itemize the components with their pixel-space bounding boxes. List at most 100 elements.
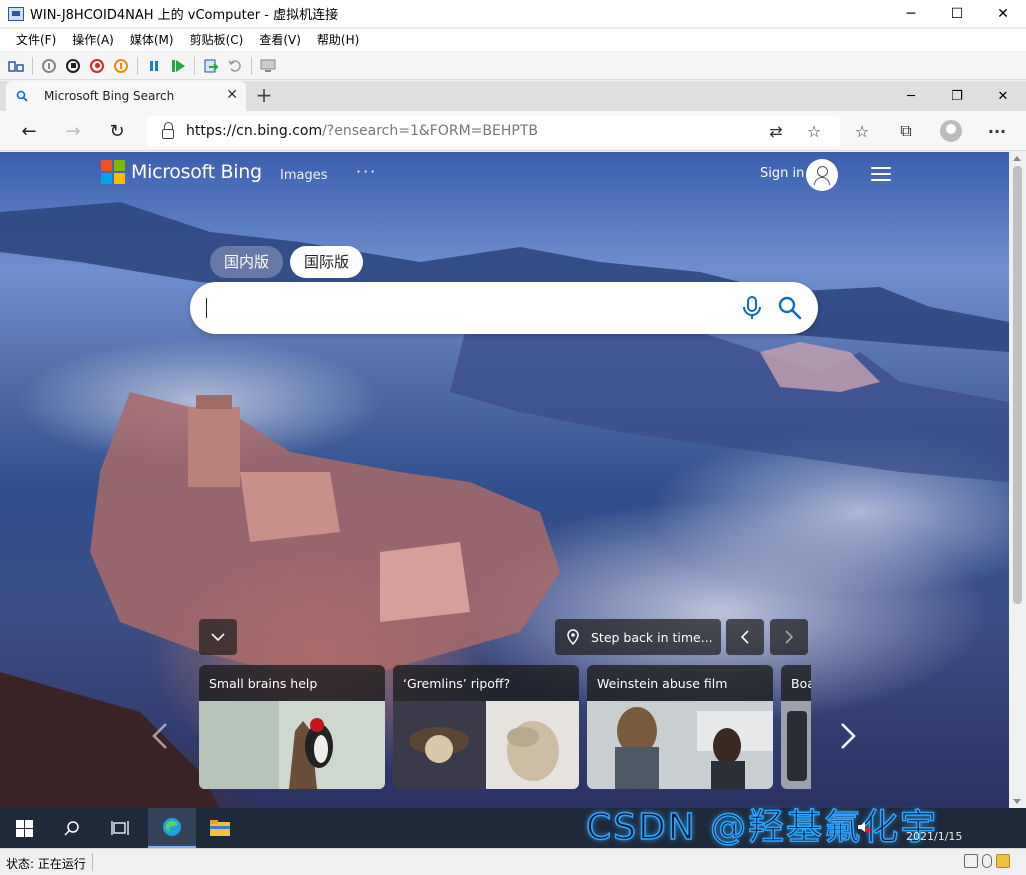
- microsoft-logo-icon: [101, 160, 125, 184]
- search-icon[interactable]: [778, 296, 802, 320]
- menu-view[interactable]: 查看(V): [251, 29, 309, 51]
- news-card-title: ‘Gremlins’ ripoff?: [403, 676, 511, 691]
- logo-square-green: [114, 160, 125, 171]
- vm-maximize-button[interactable]: ☐: [934, 0, 980, 28]
- turn-off-icon[interactable]: [62, 55, 84, 77]
- toolbar-separator: [251, 56, 252, 75]
- region-tab-domestic[interactable]: 国内版: [210, 246, 284, 278]
- address-bar[interactable]: https://cn.bing.com/?ensearch=1&FORM=BEH…: [146, 116, 840, 146]
- resume-icon[interactable]: [167, 55, 189, 77]
- search-input[interactable]: [208, 292, 708, 324]
- save-icon[interactable]: [110, 55, 132, 77]
- news-card-title: Boa: [791, 676, 811, 691]
- file-explorer-icon[interactable]: [196, 808, 244, 848]
- logo-square-blue: [101, 173, 112, 184]
- menu-action[interactable]: 操作(A): [64, 29, 122, 51]
- task-view-icon[interactable]: [96, 808, 144, 848]
- more-nav-icon[interactable]: ···: [356, 162, 377, 181]
- vm-status-text: 状态: 正在运行: [6, 857, 86, 871]
- vm-minimize-button[interactable]: ─: [888, 0, 934, 28]
- tray-date[interactable]: 2021/1/15: [906, 830, 962, 843]
- vm-window-title: WIN-J8HCOID4NAH 上的 vComputer - 虚拟机连接: [30, 8, 339, 23]
- image-location-button[interactable]: Step back in time...: [555, 619, 721, 655]
- settings-more-icon[interactable]: ···: [985, 119, 1009, 143]
- carousel-right-arrow-icon[interactable]: [838, 722, 858, 750]
- carousel-left-arrow-icon[interactable]: [150, 722, 170, 750]
- new-tab-button[interactable]: +: [252, 81, 276, 111]
- collections-icon[interactable]: ⧉: [894, 119, 918, 143]
- menu-clipboard[interactable]: 剪贴板(C): [182, 29, 252, 51]
- text-cursor: [206, 298, 207, 318]
- toolbar-separator: [137, 56, 138, 75]
- guest-taskbar: CSDN @羟基氟化宇 2021/1/15: [0, 807, 1026, 848]
- vm-toolbar: [0, 52, 1026, 80]
- edge-taskbar-icon[interactable]: [148, 808, 196, 848]
- profile-avatar[interactable]: [939, 119, 963, 143]
- tab-close-icon[interactable]: ✕: [226, 87, 238, 103]
- page-scrollbar[interactable]: [1009, 152, 1026, 808]
- browser-close-button[interactable]: ✕: [980, 81, 1026, 111]
- add-favorite-star-icon[interactable]: ☆: [802, 119, 826, 143]
- images-link[interactable]: Images: [280, 168, 328, 183]
- bing-favicon-icon: [16, 90, 28, 102]
- bing-logo-text: Microsoft Bing: [131, 161, 262, 183]
- revert-icon[interactable]: [224, 55, 246, 77]
- region-tab-international[interactable]: 国际版: [290, 246, 364, 278]
- menu-media[interactable]: 媒体(M): [122, 29, 182, 51]
- taskbar-search-icon[interactable]: [48, 808, 96, 848]
- browser-restore-button[interactable]: ❐: [934, 81, 980, 111]
- previous-image-button[interactable]: [726, 619, 764, 655]
- menu-help[interactable]: 帮助(H): [309, 29, 367, 51]
- news-card-image: [393, 701, 579, 789]
- checkpoint-icon[interactable]: [200, 55, 222, 77]
- chevron-left-icon: [741, 630, 749, 644]
- tab-label: Microsoft Bing Search: [44, 89, 175, 103]
- scroll-up-icon[interactable]: [1013, 156, 1021, 161]
- hamburger-menu-icon[interactable]: [871, 167, 891, 181]
- vm-close-button[interactable]: ✕: [980, 0, 1026, 28]
- scrollbar-thumb[interactable]: [1013, 166, 1022, 604]
- ctrl-alt-del-icon[interactable]: [5, 55, 27, 77]
- vm-title-bar: WIN-J8HCOID4NAH 上的 vComputer - 虚拟机连接 ─ ☐…: [0, 0, 1026, 28]
- pause-icon[interactable]: [143, 55, 165, 77]
- news-carousel: Small brains help ‘Gremlins’ ripoff? Wei…: [199, 665, 811, 789]
- microphone-icon[interactable]: [742, 296, 762, 320]
- collapse-feed-button[interactable]: [199, 619, 237, 655]
- menu-file[interactable]: 文件(F): [8, 29, 64, 51]
- lock-status-icon: [996, 854, 1010, 868]
- browser-minimize-button[interactable]: ─: [888, 81, 934, 111]
- news-card[interactable]: Small brains help: [199, 665, 385, 789]
- chevron-down-icon: [211, 633, 225, 641]
- profile-icon: [940, 120, 962, 142]
- scroll-down-icon[interactable]: [1013, 799, 1021, 804]
- status-separator: [92, 853, 93, 871]
- news-card-title: Small brains help: [209, 676, 318, 691]
- logo-square-red: [101, 160, 112, 171]
- news-card[interactable]: Weinstein abuse film: [587, 665, 773, 789]
- bing-logo[interactable]: Microsoft Bing: [101, 160, 262, 184]
- windows-logo-icon: [15, 819, 33, 837]
- enhanced-session-icon[interactable]: [257, 55, 279, 77]
- translate-icon[interactable]: ⇄: [764, 119, 788, 143]
- lock-icon[interactable]: [162, 122, 174, 139]
- user-avatar-icon[interactable]: [806, 159, 838, 191]
- start-button[interactable]: [0, 808, 48, 848]
- news-card[interactable]: ‘Gremlins’ ripoff?: [393, 665, 579, 789]
- volume-muted-icon[interactable]: [857, 820, 871, 834]
- browser-window-controls: ─ ❐ ✕: [888, 81, 1026, 111]
- next-image-button[interactable]: [770, 619, 808, 655]
- mouse-icon: [982, 854, 992, 868]
- sign-in-link[interactable]: Sign in: [760, 166, 804, 181]
- vm-status-bar: 状态: 正在运行: [0, 848, 1026, 875]
- back-arrow-icon[interactable]: ←: [15, 119, 43, 143]
- favorites-icon[interactable]: ☆: [850, 119, 874, 143]
- start-icon[interactable]: [38, 55, 60, 77]
- search-box: [190, 282, 818, 334]
- refresh-icon[interactable]: ↻: [103, 119, 131, 143]
- forward-arrow-icon[interactable]: →: [59, 119, 87, 143]
- shut-down-icon[interactable]: [86, 55, 108, 77]
- news-card[interactable]: Boa: [781, 665, 811, 789]
- news-card-image: [199, 701, 385, 789]
- tab-bing-search[interactable]: Microsoft Bing Search ✕: [6, 81, 246, 111]
- location-pin-icon: [567, 629, 579, 645]
